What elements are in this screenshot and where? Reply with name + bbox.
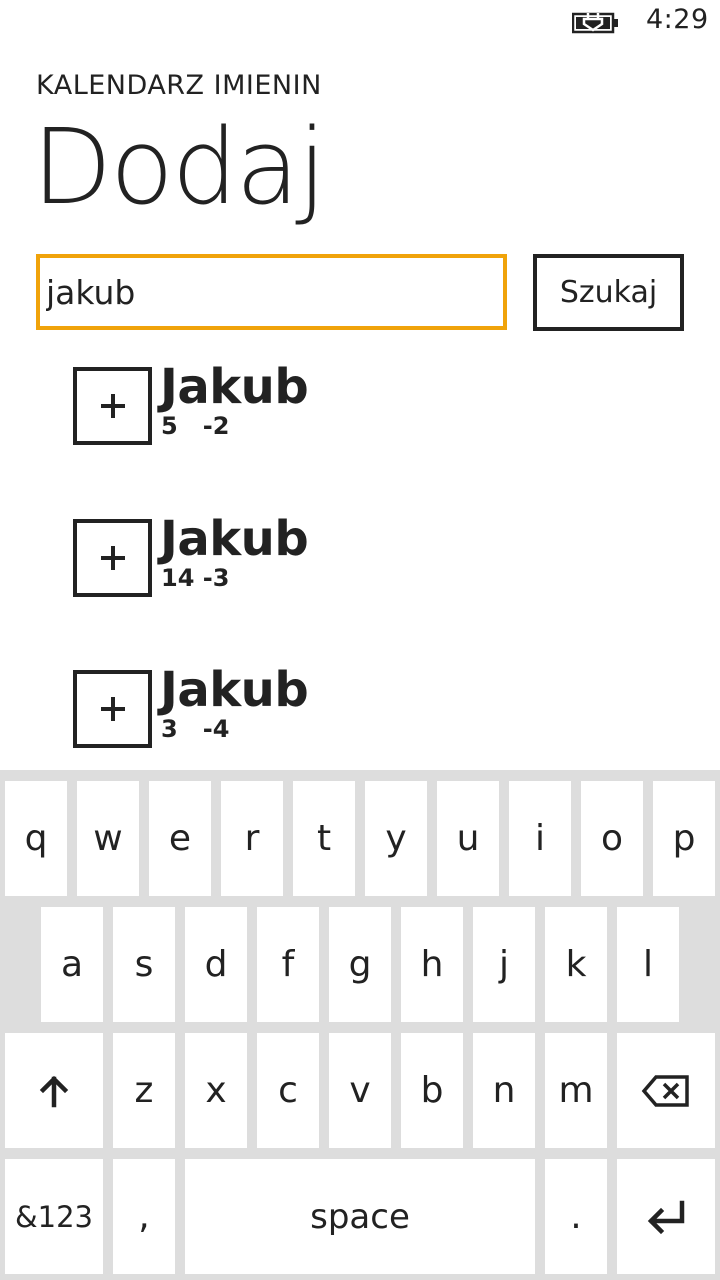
plus-icon xyxy=(100,546,125,570)
status-bar: 4:29 xyxy=(0,0,720,46)
backspace-key[interactable] xyxy=(617,1033,715,1148)
plus-icon xyxy=(100,697,125,721)
comma-key[interactable]: , xyxy=(113,1159,175,1274)
enter-key[interactable] xyxy=(617,1159,715,1274)
shift-key[interactable] xyxy=(5,1033,103,1148)
key-s[interactable]: s xyxy=(113,907,175,1022)
battery-charging-icon xyxy=(571,11,620,35)
key-v[interactable]: v xyxy=(329,1033,391,1148)
backspace-icon xyxy=(641,1074,689,1107)
key-g[interactable]: g xyxy=(329,907,391,1022)
result-date: 5 -2 xyxy=(161,412,230,440)
add-button[interactable] xyxy=(73,519,152,597)
shift-arrow-icon xyxy=(39,1075,69,1107)
key-f[interactable]: f xyxy=(257,907,319,1022)
result-name: Jakub xyxy=(160,359,309,415)
list-item: Jakub 14 -3 xyxy=(73,513,593,609)
enter-icon xyxy=(647,1200,685,1234)
key-x[interactable]: x xyxy=(185,1033,247,1148)
clock: 4:29 xyxy=(646,4,709,35)
key-b[interactable]: b xyxy=(401,1033,463,1148)
key-i[interactable]: i xyxy=(509,781,571,896)
key-c[interactable]: c xyxy=(257,1033,319,1148)
page-title: Dodaj xyxy=(32,106,326,228)
key-t[interactable]: t xyxy=(293,781,355,896)
on-screen-keyboard: q w e r t y u i o p a s d f g h j k l z … xyxy=(0,770,720,1280)
key-m[interactable]: m xyxy=(545,1033,607,1148)
search-button[interactable]: Szukaj xyxy=(533,254,684,331)
plus-icon xyxy=(100,394,125,418)
key-q[interactable]: q xyxy=(5,781,67,896)
result-name: Jakub xyxy=(160,662,309,718)
list-item: Jakub 5 -2 xyxy=(73,361,593,457)
key-d[interactable]: d xyxy=(185,907,247,1022)
add-button[interactable] xyxy=(73,670,152,748)
result-name: Jakub xyxy=(160,511,309,567)
result-date: 3 -4 xyxy=(161,715,230,743)
key-l[interactable]: l xyxy=(617,907,679,1022)
key-k[interactable]: k xyxy=(545,907,607,1022)
key-h[interactable]: h xyxy=(401,907,463,1022)
space-key[interactable]: space xyxy=(185,1159,535,1274)
key-w[interactable]: w xyxy=(77,781,139,896)
symbols-key[interactable]: &123 xyxy=(5,1159,103,1274)
key-n[interactable]: n xyxy=(473,1033,535,1148)
key-y[interactable]: y xyxy=(365,781,427,896)
key-r[interactable]: r xyxy=(221,781,283,896)
period-key[interactable]: . xyxy=(545,1159,607,1274)
app-title: KALENDARZ IMIENIN xyxy=(36,70,322,101)
key-z[interactable]: z xyxy=(113,1033,175,1148)
key-e[interactable]: e xyxy=(149,781,211,896)
key-p[interactable]: p xyxy=(653,781,715,896)
list-item: Jakub 3 -4 xyxy=(73,664,593,760)
key-a[interactable]: a xyxy=(41,907,103,1022)
result-date: 14 -3 xyxy=(161,564,230,592)
add-button[interactable] xyxy=(73,367,152,445)
search-input[interactable] xyxy=(36,254,507,330)
key-o[interactable]: o xyxy=(581,781,643,896)
key-u[interactable]: u xyxy=(437,781,499,896)
key-j[interactable]: j xyxy=(473,907,535,1022)
